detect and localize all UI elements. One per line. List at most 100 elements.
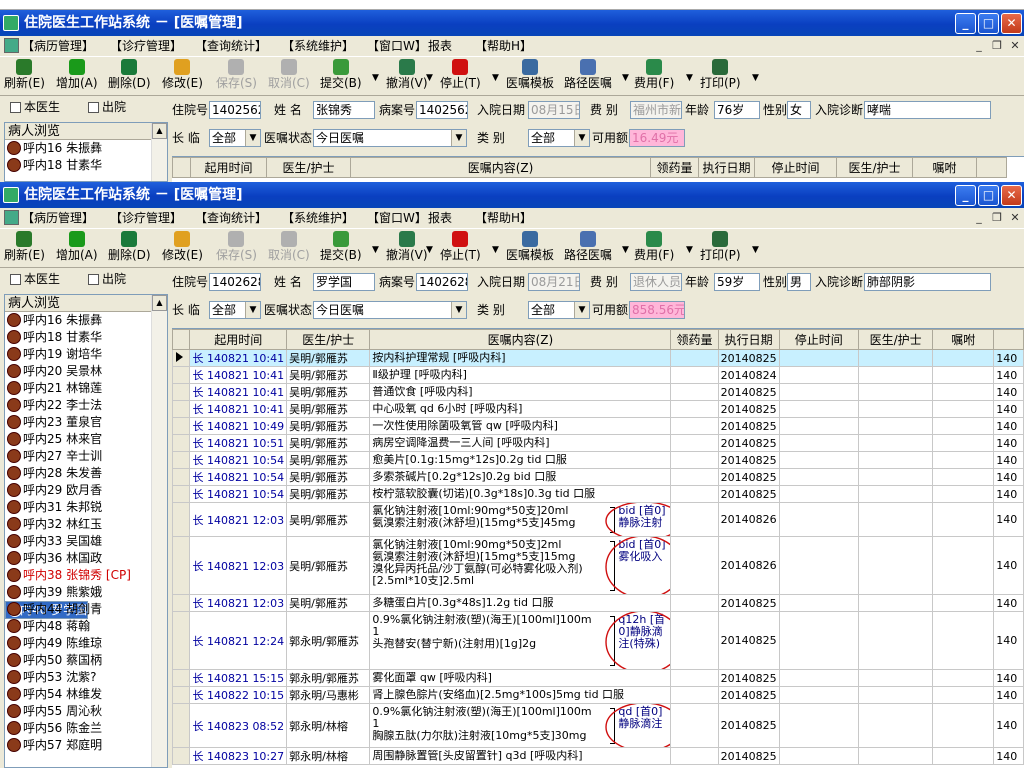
dropdown-arrow-icon[interactable]: ▼ [686,73,693,83]
patient-row[interactable]: 呼内21 林锦莲 [5,380,167,397]
patient-row[interactable]: 呼内19 谢培华 [5,346,167,363]
admit-date-field[interactable]: 08月15日 [528,101,580,119]
maximize-button[interactable]: □ [978,13,999,34]
order-status-select[interactable]: 今日医嘱 ▼ [313,129,467,147]
patient-row[interactable]: 呼内38 张锦秀 [CP] [5,567,167,584]
patient-row[interactable]: 呼内36 林国政 [5,550,167,567]
mdi-restore-icon[interactable]: ❐ [990,39,1004,53]
patient-row[interactable]: 呼内32 林红玉 [5,516,167,533]
menu-item[interactable]: 【系统维护】 [282,208,354,228]
column-header[interactable]: 医嘱内容(Z) [350,157,651,178]
admit-no-field[interactable]: 1402628 [209,273,261,291]
toolbar-button[interactable]: 路径医嘱 [564,231,612,267]
balance-field[interactable]: 858.56元 [629,301,685,319]
long-temp-select[interactable]: 全部 ▼ [209,129,261,147]
order-row[interactable]: 长 140821 12:24 郭永明/郭雁苏 0.9%氯化钠注射液(塑)(海王)[1… [172,611,1024,670]
case-no-field[interactable]: 1402562 [416,101,468,119]
menu-item[interactable]: 【诊疗管理】 [110,208,182,228]
fee-type-field[interactable]: 退休人员 [630,273,682,291]
dropdown-arrow-icon[interactable]: ▼ [372,73,379,83]
patient-row[interactable]: 呼内48 蒋翰 [5,618,167,635]
menu-item[interactable]: 报表 [428,36,452,56]
row-indicator[interactable] [172,611,191,670]
menu-app-icon[interactable] [4,38,19,53]
mdi-close-icon[interactable]: ✕ [1008,211,1022,225]
maximize-button[interactable]: □ [978,185,999,206]
toolbar-button[interactable]: 修改(E) [162,59,203,95]
menu-item[interactable]: 【窗口W】 [367,36,427,56]
toolbar-button[interactable]: 停止(T) [440,59,481,95]
diagnosis-field[interactable]: 哮喘 [864,101,991,119]
toolbar-button[interactable]: 停止(T) [440,231,481,267]
toolbar-button[interactable]: 打印(P) [700,59,741,95]
title-bar[interactable]: 住院医生工作站系统 － [医嘱管理] _ □ ✕ [0,182,1024,208]
patient-row[interactable]: 呼内33 吴国雄 [5,533,167,550]
column-header[interactable]: 医生/护士 [286,329,371,350]
toolbar-button[interactable]: 提交(B) [320,59,362,95]
patient-row[interactable]: 呼内50 蔡国柄 [5,652,167,669]
row-indicator[interactable] [172,383,191,401]
column-header[interactable]: 起用时间 [190,157,267,178]
dropdown-arrow-icon[interactable]: ▼ [492,245,499,255]
patient-row[interactable]: 呼内18 甘素华 [5,329,167,346]
row-indicator[interactable] [172,536,191,595]
menu-item[interactable]: 【诊疗管理】 [110,36,182,56]
mdi-restore-icon[interactable]: ❐ [990,211,1004,225]
row-indicator[interactable] [172,400,191,418]
admit-date-field[interactable]: 08月21日 [528,273,580,291]
minimize-button[interactable]: _ [955,185,976,206]
order-row[interactable]: 长 140821 12:03 吴明/郭雁苏 氯化钠注射液[10ml:90mg*50支… [172,536,1024,595]
menu-item[interactable]: 【系统维护】 [282,36,354,56]
name-field[interactable]: 罗学国 [313,273,375,291]
menu-item[interactable]: 【帮助H】 [475,36,532,56]
dropdown-arrow-icon[interactable]: ▼ [622,73,629,83]
row-indicator[interactable] [172,434,191,452]
title-bar[interactable]: 住院医生工作站系统 － [医嘱管理] _ □ ✕ [0,10,1024,36]
mdi-close-icon[interactable]: ✕ [1008,39,1022,53]
category-select[interactable]: 全部 ▼ [528,301,590,319]
toolbar-button[interactable]: 增加(A) [56,59,98,95]
age-field[interactable]: 76岁 [714,101,760,119]
toolbar-button[interactable]: 增加(A) [56,231,98,267]
patient-scrollbar[interactable]: ▲ [151,295,167,767]
patient-row[interactable]: 呼内49 陈维琼 [5,635,167,652]
order-row[interactable]: 长 140821 12:03 吴明/郭雁苏 氯化钠注射液[10ml:90mg*50支… [172,502,1024,537]
order-row[interactable]: 长 140821 10:41 吴明/郭雁苏 普通饮食 [呼吸内科] 20140825 1… [172,383,1024,401]
row-indicator[interactable] [172,686,191,704]
menu-item[interactable]: 【窗口W】 [367,208,427,228]
order-row[interactable]: 长 140821 12:03 吴明/郭雁苏 多糖蛋白片[0.3g*48s]1.2g … [172,594,1024,612]
order-row[interactable]: 长 140821 10:49 吴明/郭雁苏 一次性使用除菌吸氧管 qw [呼吸内科]… [172,417,1024,435]
toolbar-button[interactable]: 删除(D) [108,231,151,267]
column-header[interactable]: 医生/护士 [266,157,351,178]
column-header[interactable] [993,329,1024,350]
toolbar-button[interactable]: 删除(D) [108,59,151,95]
toolbar-button[interactable]: 路径医嘱 [564,59,612,95]
case-no-field[interactable]: 1402628 [416,273,468,291]
column-header[interactable]: 医嘱内容(Z) [369,329,672,350]
order-status-select[interactable]: 今日医嘱 ▼ [313,301,467,319]
patient-row[interactable]: 呼内25 林来官 [5,431,167,448]
order-row[interactable]: 长 140821 10:54 吴明/郭雁苏 愈美片[0.1g:15mg*12s]0.… [172,451,1024,469]
row-indicator[interactable] [172,349,191,367]
close-button[interactable]: ✕ [1001,185,1022,206]
patient-row[interactable]: 呼内56 陈金兰 [5,720,167,737]
toolbar-button[interactable]: 医嘱模板 [506,231,554,267]
column-header[interactable]: 领药量 [670,329,719,350]
dropdown-arrow-icon[interactable]: ▼ [492,73,499,83]
menu-item[interactable]: 【病历管理】 [22,36,94,56]
diagnosis-field[interactable]: 肺部阴影 [864,273,991,291]
row-indicator[interactable] [172,703,191,748]
dropdown-arrow-icon[interactable]: ▼ [752,245,759,255]
row-indicator[interactable] [172,747,191,765]
mdi-minimize-icon[interactable]: _ [972,39,986,53]
order-row[interactable]: 长 140821 10:41 吴明/郭雁苏 Ⅱ级护理 [呼吸内科] 20140824 1… [172,366,1024,384]
long-temp-select[interactable]: 全部 ▼ [209,301,261,319]
toolbar-button[interactable]: 费用(F) [634,231,674,267]
my-doctor-checkbox[interactable]: 本医生 [10,100,60,114]
category-select[interactable]: 全部 ▼ [528,129,590,147]
column-header[interactable]: 嘱咐 [932,329,995,350]
fee-type-field[interactable]: 福州市新 [630,101,682,119]
patient-row[interactable]: 呼内23 董泉官 [5,414,167,431]
row-indicator[interactable] [172,669,191,687]
toolbar-button[interactable]: 撤消(V) [386,231,428,267]
